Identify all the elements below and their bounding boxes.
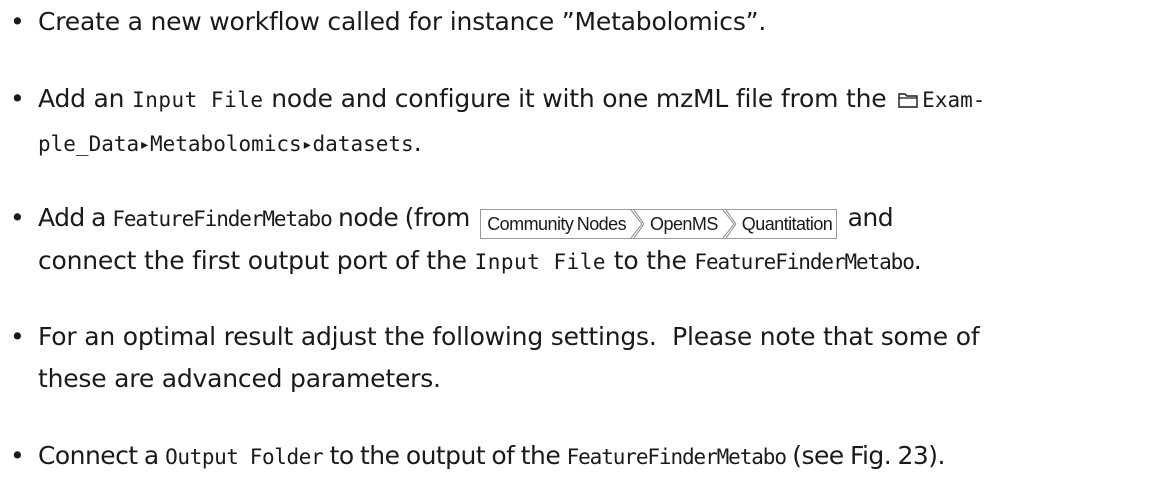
item-text: Create a new workflow called for instanc… (10, 1, 1171, 43)
breadcrumb-item: OpenMS (650, 214, 718, 234)
item-3-line2-text: connect the first output port of the (38, 246, 475, 275)
item-text-line-1: Add a FeatureFinderMetabo node (from Com… (10, 197, 1171, 240)
breadcrumb-item: Community Nodes (487, 214, 627, 234)
code-featurefindermetabo: FeatureFinderMetabo (694, 250, 914, 274)
item-2-text-2: node and configure it with one mzML file… (263, 84, 895, 113)
code-featurefindermetabo: FeatureFinderMetabo (112, 207, 332, 231)
code-metabolomics: Metabolomics (149, 132, 302, 156)
item-3-text-3: and (841, 203, 894, 232)
code-example-data-cont: ple_Data (38, 132, 140, 156)
code-input-file: Input File (474, 250, 607, 274)
item-text-line-1: For an optimal result adjust the followi… (10, 316, 1171, 358)
list-item: • For an optimal result adjust the follo… (10, 316, 1171, 400)
breadcrumb: Community Nodes OpenMS Quantitation (480, 209, 838, 239)
folder-icon (898, 80, 918, 122)
list-item: • Add an Input File node and configure i… (10, 78, 1171, 166)
code-datasets: datasets (312, 132, 414, 156)
chevron-right-icon (630, 210, 645, 238)
list-item: • Create a new workflow called for insta… (10, 1, 1171, 43)
item-3-line2-text-2: to the (606, 246, 695, 275)
item-text-line-2: ple_Data ▸Metabolomics ▸datasets. (10, 122, 1171, 166)
item-5-text-2: to the output of the (323, 441, 567, 470)
item-5-text-3: (see Fig. 23). (785, 441, 945, 470)
item-3-text-2: node (from (331, 203, 477, 232)
bullet: • (10, 7, 25, 36)
item-text-line-1: Add an Input File node and configure it … (10, 78, 1171, 122)
item-4-text: For an optimal result adjust the followi… (38, 322, 980, 351)
list-item: • Add a FeatureFinderMetabo node (from C… (10, 197, 1171, 283)
path-separator: ▸ (141, 137, 148, 153)
item-1-text: Create a new workflow called for instanc… (38, 7, 767, 36)
list-item: • Connect a Output Folder to the output … (10, 435, 1171, 478)
item-5-text: Connect a (38, 441, 166, 470)
item-2-period: . (413, 128, 422, 157)
code-output-folder: Output Folder (165, 445, 324, 469)
item-2-text: Add an (38, 84, 133, 113)
chevron-right-icon (722, 210, 736, 238)
bullet: • (10, 84, 25, 113)
item-3-line2-period: . (913, 246, 922, 275)
bullet: • (10, 441, 25, 470)
code-input-file: Input File (132, 88, 264, 112)
item-3-text: Add a (38, 203, 113, 232)
bullet: • (10, 322, 25, 351)
bullet: • (10, 203, 25, 232)
breadcrumb-item: Quantitation (741, 214, 833, 234)
item-text: Connect a Output Folder to the output of… (10, 435, 1171, 478)
item-text-line-2: these are advanced parameters. (10, 358, 1171, 400)
code-example-data: Exam- (922, 88, 986, 112)
item-text-line-2: connect the first output port of the Inp… (10, 240, 1171, 283)
code-featurefindermetabo: FeatureFinderMetabo (566, 445, 787, 469)
item-4-line2-text: these are advanced parameters. (38, 364, 441, 393)
path-separator: ▸ (303, 137, 311, 153)
